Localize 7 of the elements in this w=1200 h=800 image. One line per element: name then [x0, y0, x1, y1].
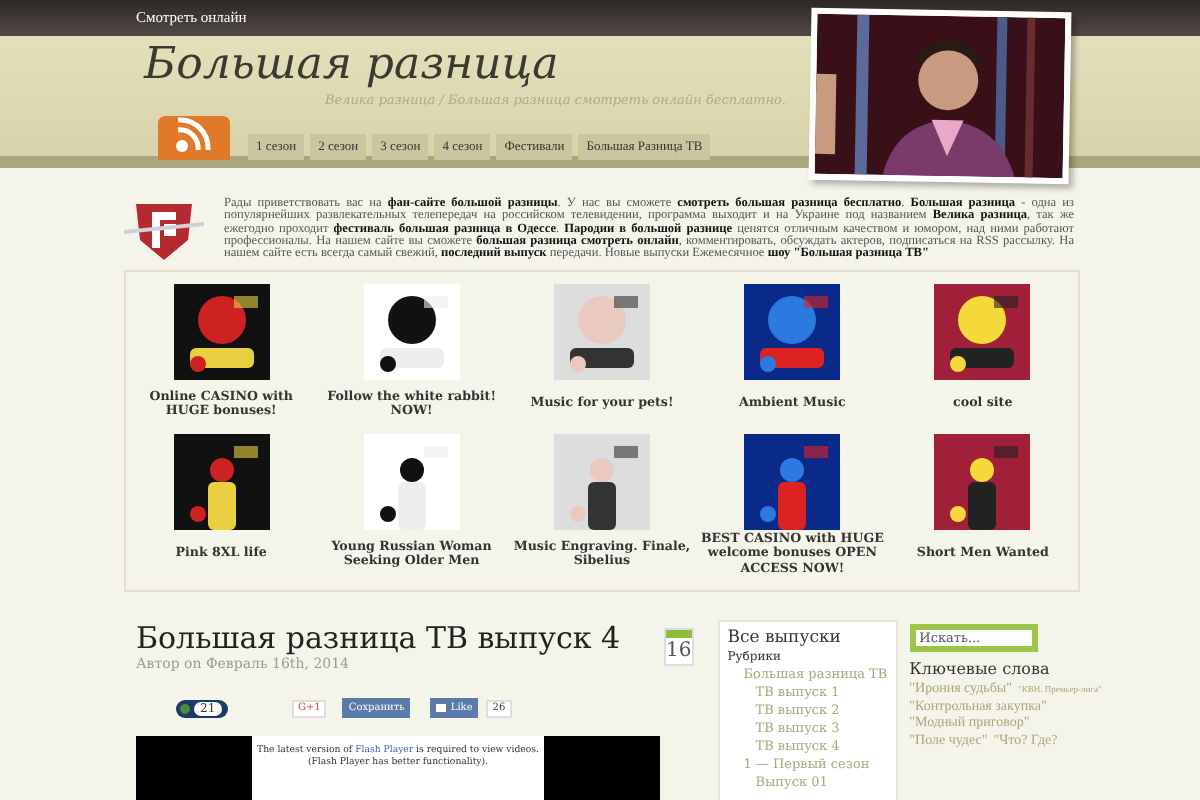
post-title[interactable]: Большая разница ТВ выпуск 4: [136, 620, 660, 656]
archive-title: Все выпуски: [727, 628, 843, 650]
tags-title: Ключевые слова: [909, 660, 1052, 680]
rss-icon[interactable]: [154, 112, 234, 160]
plus-icon: [180, 703, 190, 713]
date-day: 16: [666, 638, 692, 664]
site-title[interactable]: Большая разница: [0, 36, 1200, 92]
